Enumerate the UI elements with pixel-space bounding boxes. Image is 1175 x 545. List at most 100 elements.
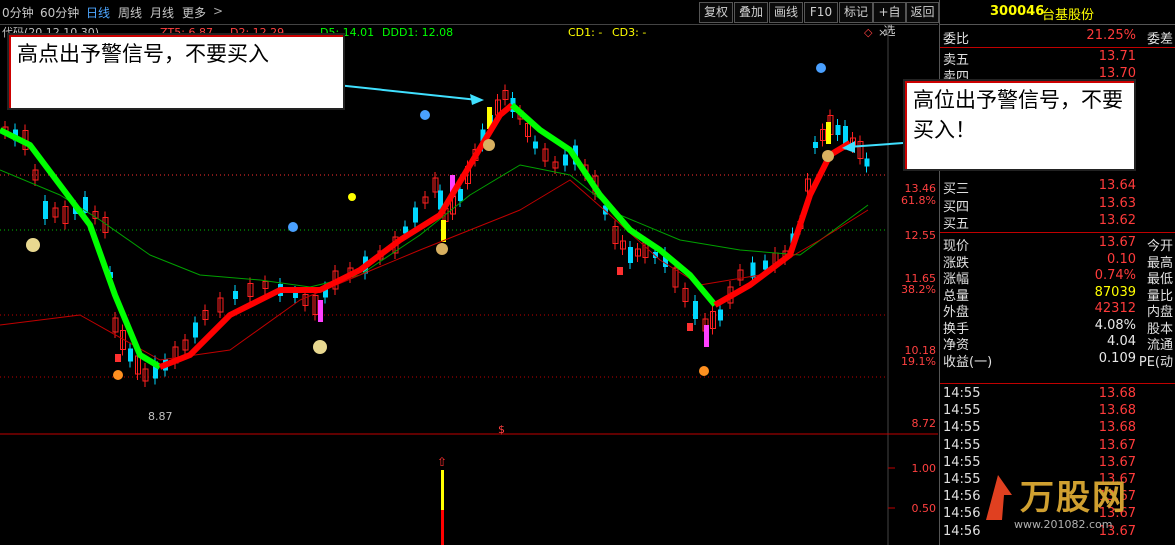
trend-line-down (0, 127, 162, 370)
tick-time: 14:55 (943, 386, 981, 401)
quote-value: 0.109 (1098, 350, 1136, 366)
fuquan-button[interactable]: 复权 (699, 2, 733, 23)
trend-line-up (713, 140, 852, 308)
balloon-icon (420, 110, 430, 120)
sub-tick: 1.00 (912, 462, 937, 475)
cd3-label: CD3: - (612, 26, 646, 39)
brand-name: 万股网 (1020, 478, 1128, 518)
bid-row[interactable]: 买四 13.63 (940, 196, 1175, 215)
tick-row: 14:55 13.68 (940, 403, 1175, 420)
money-bag-icon (822, 150, 834, 162)
up-arrow-icon (687, 323, 693, 331)
bid-row[interactable]: 买五 13.62 (940, 213, 1175, 232)
watermark-logo: 万股网 www.201082.com (978, 460, 1175, 545)
ma-line-long (0, 164, 869, 288)
tick-price: 13.68 (1098, 420, 1136, 436)
cd1-label: CD1: - (568, 26, 602, 39)
weibi-value: 21.25% (1086, 28, 1136, 43)
stock-name: 台基股份 (1042, 8, 1095, 23)
quote-value: 42312 (1094, 301, 1136, 316)
bid-price: 13.63 (1098, 196, 1136, 211)
period-tab[interactable]: 月线 (150, 4, 174, 21)
tick-row: 14:55 13.67 (940, 438, 1175, 455)
draw-line-button[interactable]: 画线 (769, 2, 803, 23)
quote-value: 87039 (1094, 284, 1136, 300)
smiley-icon (313, 340, 327, 354)
chevron-right-icon[interactable]: > (213, 4, 223, 18)
balloon-icon (816, 63, 826, 73)
candle-body (750, 262, 756, 278)
period-tab[interactable]: 更多 (182, 4, 206, 21)
quote-row: 外盘 42312 内盘 (940, 301, 1175, 320)
tick-price: 13.68 (1098, 403, 1136, 419)
candle-body (693, 301, 698, 319)
quote-label: 收益(一) (943, 354, 993, 370)
diamond-icon: ◇ (864, 26, 873, 39)
divider (940, 232, 1175, 233)
weicha-label: 委差 (1146, 32, 1173, 47)
money-bag-icon (436, 243, 448, 255)
tick-time: 14:55 (943, 472, 981, 487)
sub-signal-bar-red (441, 510, 444, 545)
tick-time: 14:55 (943, 420, 981, 436)
period-tab[interactable]: 60分钟 (40, 4, 79, 21)
candle-body (813, 142, 818, 148)
subchart-marker: $ (498, 423, 505, 436)
quote-row: 收益(一) 0.109 PE(动 (940, 350, 1175, 370)
callout-text: 高位出予警信号，不要买入！ (913, 88, 1123, 142)
bid-price: 13.64 (1098, 178, 1136, 193)
divider (940, 383, 1175, 384)
x-icon[interactable]: × (878, 26, 887, 39)
fruit-icon (699, 366, 709, 376)
tick-price: 13.68 (1098, 386, 1136, 401)
callout-text: 高点出予警信号，不要买入 (17, 42, 269, 66)
stock-code: 300046 (990, 4, 1045, 19)
logo-arrow-icon (978, 465, 1018, 525)
tick-time: 14:56 (943, 506, 981, 522)
bid-label: 买三 (943, 182, 970, 197)
trend-line-up (158, 102, 514, 370)
fruit-icon (113, 370, 123, 380)
back-button[interactable]: 返回 (906, 2, 939, 23)
candle-body (563, 154, 568, 166)
up-arrow-icon (115, 354, 121, 362)
quote-row: 现价 13.67 今开 (940, 235, 1175, 254)
tick-row: 14:55 13.68 (940, 420, 1175, 437)
candle-body (128, 348, 133, 362)
candle-body (718, 309, 723, 321)
balloon-icon (288, 222, 298, 232)
signal-candle (318, 300, 323, 322)
quote-value: 13.67 (1098, 235, 1136, 250)
tick-time: 14:56 (943, 523, 981, 539)
quote-right-label: PE(动 (1138, 354, 1173, 370)
bid-row[interactable]: 买三 13.64 (940, 178, 1175, 197)
mark-button[interactable]: 标记 (839, 2, 873, 23)
smiley-icon (26, 238, 40, 252)
overlay-button[interactable]: 叠加 (734, 2, 768, 23)
candle-body (628, 247, 633, 263)
brand-url: www.201082.com (1014, 518, 1113, 531)
price-tick: 8.72 (912, 417, 937, 430)
moving-average-lines (0, 102, 869, 370)
candle-body (193, 322, 198, 338)
candle-body (43, 201, 48, 219)
period-tab[interactable]: 周线 (118, 4, 142, 21)
tick-time: 14:56 (943, 489, 981, 505)
period-tab-active[interactable]: 日线 (86, 4, 110, 21)
quote-row: 总量 87039 量比 (940, 284, 1175, 304)
money-bag-icon (483, 139, 495, 151)
f10-button[interactable]: F10 (804, 2, 838, 23)
add-watchlist-button[interactable]: +自选 (873, 2, 906, 38)
quote-value: 4.08% (1094, 317, 1136, 333)
stock-title-bar: 300046 台基股份 (940, 0, 1175, 25)
weibi-row: 委比 21.25% 委差 (940, 28, 1175, 47)
tick-price: 13.67 (1098, 437, 1136, 453)
period-tab[interactable]: 0分钟 (2, 4, 34, 21)
ddd1-label: DDD1: 12.08 (382, 26, 453, 39)
divider (940, 47, 1175, 48)
quote-value: 4.04 (1107, 334, 1136, 349)
bid-label: 买五 (943, 217, 970, 232)
warning-callout-right: 高位出予警信号，不要买入！ (903, 79, 1136, 171)
quote-row: 换手 4.08% 股本 (940, 317, 1175, 337)
ask-row[interactable]: 卖五 13.71 (940, 49, 1175, 68)
